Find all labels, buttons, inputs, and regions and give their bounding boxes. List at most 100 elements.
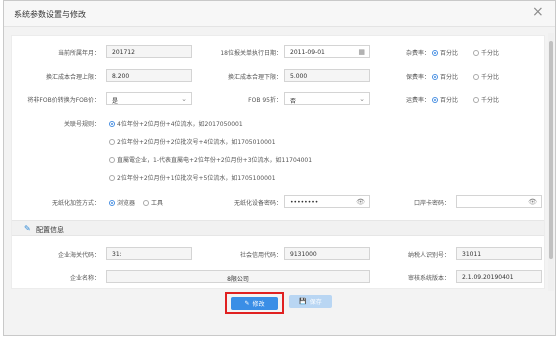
- company-value: 8限公司: [227, 276, 249, 283]
- config-section-header: ✎ 配置信息: [12, 220, 544, 236]
- dialog-footer: ✎ 修改 💾 保存: [4, 291, 555, 335]
- fx-upper-value: 8.200: [112, 73, 130, 80]
- rule-option-label: 2位年份+2位月份+2位批次号+4位流水，如1705010001: [117, 139, 276, 146]
- version-field[interactable]: 2.1.09.20190401: [456, 270, 542, 283]
- calendar-icon[interactable]: ▦: [358, 48, 365, 56]
- fob95-select[interactable]: 否 ⌄: [284, 92, 370, 105]
- radio-unchecked-icon: [473, 96, 479, 103]
- encryption-tool-radio[interactable]: 工具: [143, 198, 163, 207]
- customs-code-field[interactable]: 31:: [106, 247, 192, 260]
- vertical-scrollbar[interactable]: [548, 33, 554, 291]
- scrollbar-thumb[interactable]: [549, 41, 553, 259]
- rule-option-label: 4位年份+2位月份+4位流水，如2017050001: [117, 121, 243, 128]
- freight-percent-radio[interactable]: 百分比: [432, 95, 458, 104]
- radio-label: 百分比: [440, 74, 459, 81]
- chevron-down-icon: ⌄: [359, 95, 365, 103]
- misc-fee-permille-radio[interactable]: 千分比: [473, 48, 499, 57]
- rule-option[interactable]: 2位年份+2位月份+1位批次号+5位流水，如1705100001: [109, 173, 276, 182]
- freight-permille-radio[interactable]: 千分比: [473, 95, 499, 104]
- insurance-permille-radio[interactable]: 千分比: [473, 72, 499, 81]
- radio-checked-icon: [432, 49, 438, 56]
- radio-label: 千分比: [481, 50, 500, 57]
- fob95-label: FOB 95折：: [248, 97, 282, 104]
- fx-upper-field[interactable]: 8.200: [106, 69, 192, 82]
- fob-convert-select[interactable]: 是 ⌄: [106, 92, 192, 105]
- edit-icon: ✎: [24, 224, 31, 233]
- customs-code-value: 31:: [112, 251, 122, 258]
- rule-option[interactable]: 4位年份+2位月份+4位流水，如2017050001: [109, 119, 243, 128]
- radio-label: 工具: [151, 200, 164, 207]
- rule-option[interactable]: 直屬電企业，1-代表直屬电+2位年份+2位月份+3位流水，如11704001: [109, 155, 312, 164]
- misc-fee-percent-radio[interactable]: 百分比: [432, 48, 458, 57]
- dialog-body: 当前所属年月： 201712 18位报关单执行日期： 2011-09-01 ▦ 杂…: [11, 35, 545, 289]
- credit-code-field[interactable]: 9131000: [284, 247, 370, 260]
- rule-option-label: 2位年份+2位月份+1位批次号+5位流水，如1705100001: [117, 175, 276, 182]
- radio-label: 百分比: [440, 50, 459, 57]
- port-pwd-label: 口岸卡密码：: [413, 200, 450, 207]
- dialog-titlebar: 系统参数设置与修改 ×: [4, 1, 555, 27]
- settings-dialog: 系统参数设置与修改 × 当前所属年月： 201712 18位报关单执行日期： 2…: [3, 0, 556, 336]
- fx-lower-value: 5.000: [290, 73, 308, 80]
- customs-code-label: 企业海关代码：: [57, 252, 100, 259]
- insurance-percent-radio[interactable]: 百分比: [432, 72, 458, 81]
- credit-code-label: 社会信用代码：: [239, 252, 282, 259]
- version-value: 2.1.09.20190401: [462, 274, 514, 281]
- chevron-down-icon: ⌄: [181, 95, 187, 103]
- device-pwd-value: ••••••••: [290, 199, 319, 206]
- radio-label: 浏览器: [117, 200, 136, 207]
- rule-option-label: 直屬電企业，1-代表直屬电+2位年份+2位月份+3位流水，如11704001: [117, 157, 313, 164]
- port-pwd-field[interactable]: 👁: [456, 195, 542, 208]
- radio-checked-icon: [432, 96, 438, 103]
- dialog-title: 系统参数设置与修改: [14, 10, 86, 19]
- fx-lower-field[interactable]: 5.000: [284, 69, 370, 82]
- insurance-label: 保费率：: [405, 74, 430, 81]
- exec-date-value: 2011-09-01: [290, 49, 325, 56]
- radio-unchecked-icon: [143, 199, 149, 206]
- close-icon[interactable]: ×: [532, 5, 544, 19]
- credit-code-value: 9131000: [290, 251, 317, 258]
- exec-date-field[interactable]: 2011-09-01 ▦: [284, 45, 370, 58]
- encryption-browser-radio[interactable]: 浏览器: [109, 198, 135, 207]
- encryption-label: 无纸化加签方式：: [51, 200, 100, 207]
- exec-date-label: 18位报关单执行日期：: [220, 50, 282, 57]
- radio-checked-icon: [432, 73, 438, 80]
- radio-label: 千分比: [481, 97, 500, 104]
- version-label: 审核系统版本：: [407, 275, 450, 282]
- radio-label: 千分比: [481, 74, 500, 81]
- save-button-label: 保存: [309, 299, 322, 306]
- eye-icon[interactable]: 👁: [356, 198, 365, 206]
- taxpayer-label: 纳税人识别号：: [407, 252, 450, 259]
- freight-label: 运费率：: [405, 97, 430, 104]
- radio-checked-icon: [109, 120, 115, 127]
- fx-upper-label: 换汇成本合理上限：: [45, 74, 100, 81]
- radio-label: 百分比: [440, 97, 459, 104]
- fob-convert-value: 是: [112, 98, 119, 105]
- company-field[interactable]: 8限公司: [106, 270, 370, 283]
- edit-icon: ✎: [244, 300, 250, 307]
- misc-fee-label: 杂费率：: [405, 50, 430, 57]
- edit-button-highlight: ✎ 修改: [225, 292, 284, 314]
- fob-convert-label: 将非FOB价转换为FOB价：: [27, 97, 100, 104]
- radio-unchecked-icon: [109, 156, 115, 163]
- period-label: 当前所属年月：: [57, 50, 100, 57]
- radio-unchecked-icon: [473, 49, 479, 56]
- rules-label: 关联号规则：: [63, 121, 100, 128]
- radio-unchecked-icon: [473, 73, 479, 80]
- taxpayer-value: 31011: [462, 251, 482, 258]
- radio-checked-icon: [109, 199, 115, 206]
- period-field[interactable]: 201712: [106, 45, 192, 58]
- config-section-title: 配置信息: [36, 226, 64, 234]
- radio-unchecked-icon: [109, 174, 115, 181]
- edit-button[interactable]: ✎ 修改: [231, 297, 278, 310]
- fob95-value: 否: [290, 98, 297, 105]
- taxpayer-field[interactable]: 31011: [456, 247, 542, 260]
- company-label: 企业名称：: [69, 275, 100, 282]
- radio-unchecked-icon: [109, 138, 115, 145]
- save-button[interactable]: 💾 保存: [289, 295, 332, 308]
- device-pwd-field[interactable]: •••••••• 👁: [284, 195, 370, 208]
- rule-option[interactable]: 2位年份+2位月份+2位批次号+4位流水，如1705010001: [109, 137, 276, 146]
- device-pwd-label: 无纸化设备密码：: [233, 200, 282, 207]
- save-icon: 💾: [299, 298, 307, 305]
- eye-icon[interactable]: 👁: [528, 198, 537, 206]
- edit-button-label: 修改: [252, 301, 265, 308]
